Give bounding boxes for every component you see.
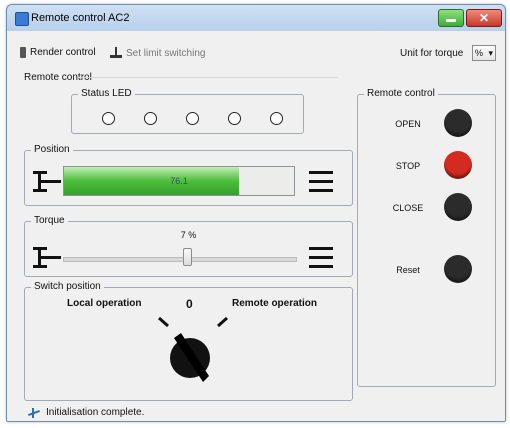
close-button[interactable]: ✕ bbox=[466, 9, 502, 27]
minimize-button[interactable] bbox=[438, 9, 464, 27]
download-icon bbox=[110, 47, 122, 59]
remote-panel-title: Remote control bbox=[364, 88, 438, 99]
section-divider bbox=[78, 77, 338, 78]
position-value: 76.1 bbox=[170, 176, 188, 186]
switch-position-title: Switch position bbox=[31, 281, 104, 292]
open-label: OPEN bbox=[395, 119, 421, 129]
torque-title: Torque bbox=[31, 215, 68, 226]
set-limit-switching-button[interactable]: Set limit switching bbox=[110, 47, 205, 59]
close-valve-button[interactable] bbox=[444, 193, 472, 221]
status-led-1 bbox=[102, 112, 115, 125]
torque-slider-thumb[interactable] bbox=[183, 248, 192, 266]
status-led-5 bbox=[270, 112, 283, 125]
status-text: Initialisation complete. bbox=[46, 407, 145, 418]
open-endstop-icon bbox=[33, 171, 61, 192]
close-endstop-icon bbox=[309, 171, 333, 192]
client-area: Render control Set limit switching Unit … bbox=[14, 32, 498, 418]
reset-button[interactable] bbox=[444, 255, 472, 283]
unit-select-value: % bbox=[475, 48, 484, 58]
status-led-group: Status LED bbox=[71, 88, 304, 134]
switch-position-group: Switch position Local operation 0 Remote… bbox=[24, 281, 353, 401]
local-operation-label: Local operation bbox=[67, 298, 142, 309]
render-control-icon bbox=[20, 47, 26, 58]
title-bar[interactable]: Remote control AC2 ✕ bbox=[7, 5, 505, 31]
app-icon bbox=[15, 12, 29, 26]
open-button[interactable] bbox=[444, 109, 472, 137]
render-control-label: Render control bbox=[30, 47, 96, 58]
torque-open-endstop-icon bbox=[33, 247, 61, 268]
chevron-down-icon: ▾ bbox=[488, 47, 493, 58]
status-led-4 bbox=[228, 112, 241, 125]
torque-value: 7 % bbox=[180, 230, 197, 240]
position-bar: 76.1 bbox=[63, 166, 295, 196]
torque-close-endstop-icon bbox=[309, 247, 333, 268]
unit-for-torque-label: Unit for torque bbox=[400, 48, 464, 59]
status-bar: Initialisation complete. bbox=[28, 407, 144, 418]
position-title: Position bbox=[31, 144, 73, 155]
switch-center-value: 0 bbox=[186, 297, 193, 311]
status-led-2 bbox=[144, 112, 157, 125]
status-led-3 bbox=[186, 112, 199, 125]
app-window: Remote control AC2 ✕ Render control Set … bbox=[6, 4, 506, 422]
unit-for-torque-select[interactable]: % ▾ bbox=[472, 45, 496, 61]
position-group: Position 76.1 bbox=[24, 144, 353, 206]
reset-label: Reset bbox=[396, 265, 420, 275]
selector-switch-knob[interactable] bbox=[141, 312, 237, 398]
torque-slider-track[interactable] bbox=[63, 257, 297, 262]
stop-button[interactable] bbox=[444, 151, 472, 179]
render-control-button[interactable]: Render control bbox=[20, 47, 96, 58]
remote-control-panel: Remote control OPEN STOP CLOSE Reset bbox=[357, 88, 496, 387]
torque-group: Torque 7 % bbox=[24, 215, 353, 277]
remote-operation-label: Remote operation bbox=[232, 298, 318, 309]
close-label: CLOSE bbox=[392, 203, 424, 213]
connection-icon bbox=[28, 407, 40, 418]
window-title: Remote control AC2 bbox=[31, 12, 130, 24]
set-limit-switching-label: Set limit switching bbox=[126, 47, 206, 59]
stop-label: STOP bbox=[395, 161, 421, 171]
status-led-title: Status LED bbox=[78, 88, 135, 99]
